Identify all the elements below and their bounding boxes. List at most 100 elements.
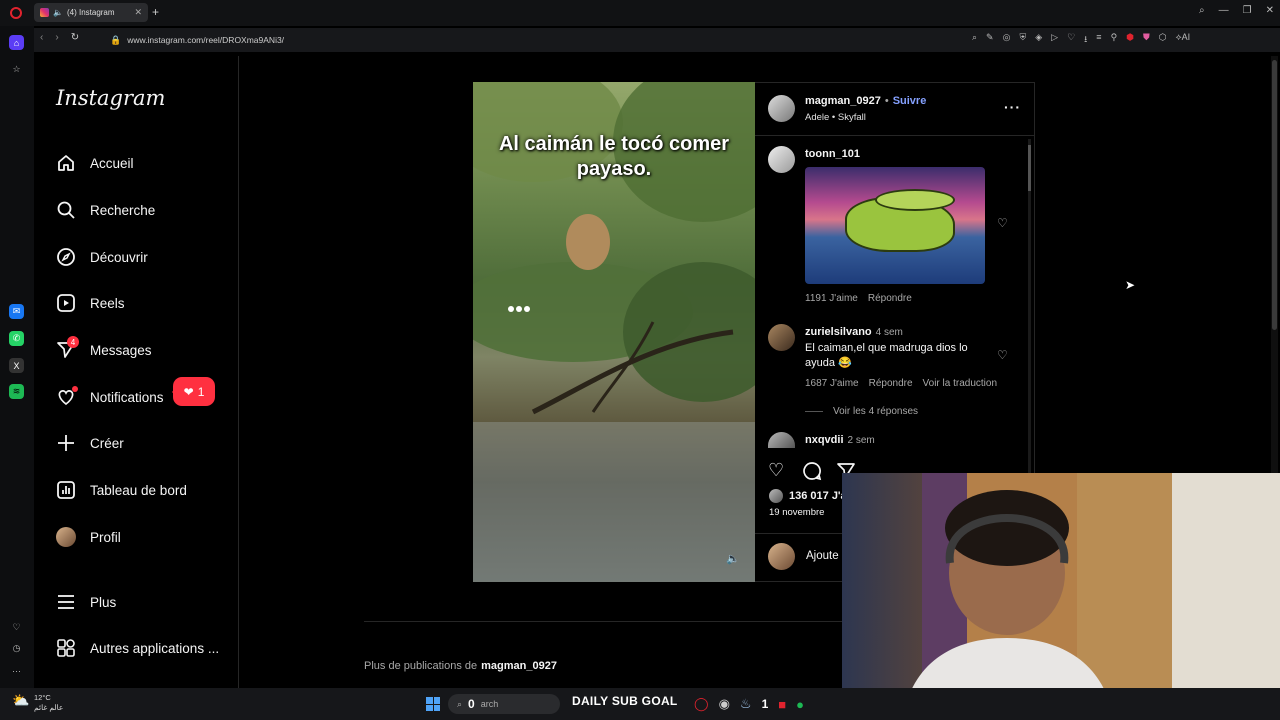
comment-likes[interactable]: 1191 J'aime (805, 293, 858, 304)
add-comment-input[interactable]: Ajoute (806, 550, 839, 562)
comment-icon[interactable] (802, 461, 822, 486)
menu-icon[interactable]: ≡ (1096, 32, 1101, 48)
webcam-scene (902, 473, 1280, 720)
restore-button[interactable]: ❐ (1243, 5, 1252, 16)
search-tabs-icon[interactable]: ⌕ (1199, 5, 1205, 16)
divider (364, 621, 842, 622)
search-count: 0 (468, 697, 475, 711)
nav-autres-applications[interactable]: Autres applications ... (56, 638, 219, 658)
vpn-icon[interactable]: ◈ (1035, 32, 1042, 48)
comment-likes[interactable]: 1687 J'aime (805, 378, 859, 389)
zoom-icon[interactable]: ⌕ (972, 32, 977, 48)
webcam-overlay (842, 473, 1280, 720)
like-icon[interactable]: ♡ (768, 460, 784, 481)
ai-icon[interactable]: ⟡AI (1176, 32, 1190, 48)
comment-username[interactable]: toonn_101 (805, 148, 860, 160)
reply-button[interactable]: Répondre (869, 378, 913, 389)
messenger-icon[interactable]: ✉ (9, 304, 24, 319)
opera-icon[interactable]: ◯ (694, 696, 709, 712)
new-tab-button[interactable]: + (152, 5, 159, 19)
translate-button[interactable]: Voir la traduction (923, 378, 998, 389)
comments-scrollbar[interactable] (1028, 139, 1031, 499)
commenter-avatar[interactable] (768, 146, 795, 173)
download-icon[interactable]: ⭳ (1084, 32, 1087, 48)
app-icon[interactable]: ■ (778, 697, 786, 712)
extension-bar: ⌕ ✎ ◎ ⛨ ◈ ▷ ♡ ⭳ ≡ ⚲ ⬢ ⛊ ⬡ ⟡AI (972, 32, 1190, 48)
more-options-icon[interactable]: ··· (1004, 99, 1021, 115)
play-icon[interactable]: ▷ (1051, 32, 1058, 48)
adblock-icon[interactable]: ⬢ (1126, 32, 1134, 48)
nav-tableau-de-bord[interactable]: Tableau de bord (56, 480, 187, 500)
follow-button[interactable]: Suivre (893, 95, 927, 107)
weather-icon[interactable]: ⛅ (12, 692, 29, 709)
home-icon (56, 153, 76, 173)
reel-video[interactable]: Al caimán le tocó comer payaso. 🔈 (473, 82, 755, 582)
comment-username[interactable]: nxqvdii (805, 434, 844, 446)
history-icon[interactable]: ◷ (9, 641, 24, 656)
reels-icon (56, 293, 76, 313)
account-icon[interactable]: ⚲ (1111, 32, 1118, 48)
opera-logo-icon[interactable] (10, 7, 22, 19)
cube-icon[interactable]: ⬡ (1159, 32, 1167, 48)
mute-icon[interactable]: 🔈 (726, 552, 740, 565)
spotify-icon[interactable]: ≋ (9, 384, 24, 399)
camera-icon[interactable]: ◎ (1003, 32, 1011, 48)
instagram-logo[interactable]: Instagram (56, 86, 165, 110)
gif-snout (875, 189, 955, 211)
forward-icon[interactable]: › (55, 32, 58, 43)
x-icon[interactable]: X (9, 358, 24, 373)
nav-label: Découvrir (90, 249, 148, 265)
url-field[interactable]: 🔒 www.instagram.com/reel/DROXma9ANi3/ (72, 31, 952, 49)
reel-caption: Al caimán le tocó comer payaso. (498, 133, 730, 180)
close-tab-icon[interactable]: ✕ (134, 7, 142, 18)
nav-label: Reels (90, 295, 125, 311)
nav-label: Profil (90, 529, 121, 545)
reply-button[interactable]: Répondre (868, 293, 912, 304)
weather-widget[interactable]: 12°C عالم غائم (34, 693, 63, 713)
extension-icon[interactable]: ⛊ (1143, 32, 1150, 48)
nav-decouvrir[interactable]: Découvrir (56, 247, 148, 267)
browser-tab[interactable]: 🔈 (4) Instagram ✕ (34, 3, 148, 22)
comment-gif-image[interactable] (805, 167, 985, 284)
shield-icon[interactable]: ⛨ (1019, 32, 1026, 48)
favorites-icon[interactable]: ♡ (1067, 32, 1075, 48)
taskbar-search[interactable]: ⌕ 0 arch (448, 694, 560, 714)
comment-username[interactable]: zurielsilvano (805, 326, 872, 338)
steam-icon[interactable]: ♨ (740, 696, 752, 712)
likes-count[interactable]: 136 017 J'a (789, 490, 847, 502)
minimize-button[interactable]: — (1219, 5, 1229, 16)
author-avatar[interactable] (768, 95, 795, 122)
spotify-icon[interactable]: ● (796, 697, 804, 712)
edit-icon[interactable]: ✎ (986, 32, 994, 48)
more-posts-user[interactable]: magman_0927 (481, 660, 557, 672)
author-username[interactable]: magman_0927 (805, 95, 881, 107)
nav-recherche[interactable]: Recherche (56, 200, 155, 220)
whatsapp-icon[interactable]: ✆ (9, 331, 24, 346)
star-icon[interactable]: ☆ (9, 62, 24, 77)
nav-plus[interactable]: Plus (56, 592, 116, 612)
apps-icon (56, 638, 76, 658)
search-icon (56, 200, 76, 220)
heart-outline-icon[interactable]: ♡ (9, 620, 24, 635)
close-window-button[interactable]: ✕ (1266, 5, 1274, 16)
audio-label[interactable]: Adele • Skyfall (805, 112, 866, 123)
nav-accueil[interactable]: Accueil (56, 153, 134, 173)
back-icon[interactable]: ‹ (40, 32, 43, 43)
home-icon[interactable]: ⌂ (9, 35, 24, 50)
nav-creer[interactable]: Créer (56, 433, 124, 453)
nav-reels[interactable]: Reels (56, 293, 125, 313)
more-icon[interactable]: ··· (9, 663, 24, 678)
post-date: 19 novembre (769, 507, 825, 518)
messages-badge: 4 (67, 336, 79, 348)
commenter-avatar[interactable] (768, 324, 795, 351)
notification-pill[interactable]: ❤ 1 (172, 377, 215, 406)
taskbar-apps: ◯ ◉ ♨ 1 ■ ● (694, 696, 804, 712)
windows-start-icon[interactable] (426, 697, 440, 711)
like-comment-icon[interactable]: ♡ (997, 348, 1008, 362)
view-replies[interactable]: Voir les 4 réponses (805, 406, 918, 417)
like-comment-icon[interactable]: ♡ (997, 216, 1008, 230)
nav-profil[interactable]: Profil (56, 527, 121, 547)
obs-icon[interactable]: ◉ (719, 696, 730, 712)
opera-sidebar: ⌂ ☆ ✉ ✆ X ≋ ♡ ◷ ··· (0, 26, 34, 720)
speaker-icon[interactable]: 🔈 (53, 8, 63, 17)
